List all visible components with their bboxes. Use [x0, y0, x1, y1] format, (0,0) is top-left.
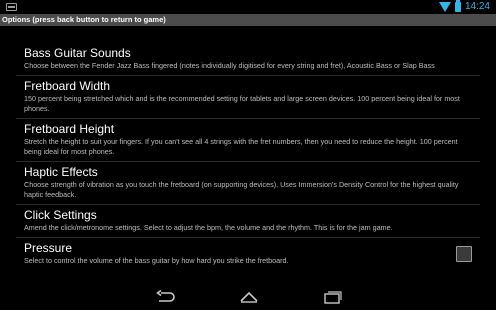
pref-summary: Select to control the volume of the bass…: [24, 256, 289, 265]
preference-list: Bass Guitar Sounds Choose between the Fe…: [0, 43, 496, 270]
recents-icon[interactable]: [322, 290, 344, 304]
pref-summary: Choose strength of vibration as you touc…: [24, 180, 459, 199]
status-bar: 14:24: [0, 0, 496, 14]
pref-summary: Stretch the height to suit your fingers.…: [24, 137, 458, 156]
pref-title: Haptic Effects: [24, 165, 98, 179]
clock: 14:24: [464, 1, 490, 12]
battery-icon: [454, 0, 461, 12]
pref-haptic-effects[interactable]: Haptic Effects Choose strength of vibrat…: [16, 162, 480, 205]
pref-click-settings[interactable]: Click Settings Amend the click/metronome…: [16, 205, 480, 238]
home-icon[interactable]: [238, 290, 260, 304]
navigation-bar: [0, 284, 496, 310]
back-icon[interactable]: [155, 290, 177, 304]
pref-fretboard-height[interactable]: Fretboard Height Stretch the height to s…: [16, 119, 480, 162]
wifi-icon: [438, 2, 451, 12]
pref-fretboard-width[interactable]: Fretboard Width 150 percent being stretc…: [16, 76, 480, 119]
pref-title: Pressure: [24, 241, 73, 255]
pref-title: Click Settings: [24, 208, 97, 222]
pref-summary: Amend the click/metronome settings. Sele…: [24, 223, 393, 232]
pref-pressure[interactable]: Pressure Select to control the volume of…: [16, 238, 480, 270]
title-bar: Options (press back button to return to …: [0, 14, 496, 26]
pref-title: Fretboard Width: [24, 79, 111, 93]
pref-title: Bass Guitar Sounds: [24, 46, 131, 60]
pressure-checkbox[interactable]: [456, 246, 472, 262]
pref-summary: 150 percent being stretched which and is…: [24, 94, 460, 113]
status-indicators: 14:24: [438, 0, 490, 13]
pref-bass-guitar-sounds[interactable]: Bass Guitar Sounds Choose between the Fe…: [16, 43, 480, 76]
page-title: Options (press back button to return to …: [2, 15, 166, 24]
pref-summary: Choose between the Fender Jazz Bass fing…: [24, 61, 435, 70]
app-notification-icon: [6, 3, 17, 11]
pref-title: Fretboard Height: [24, 122, 115, 136]
